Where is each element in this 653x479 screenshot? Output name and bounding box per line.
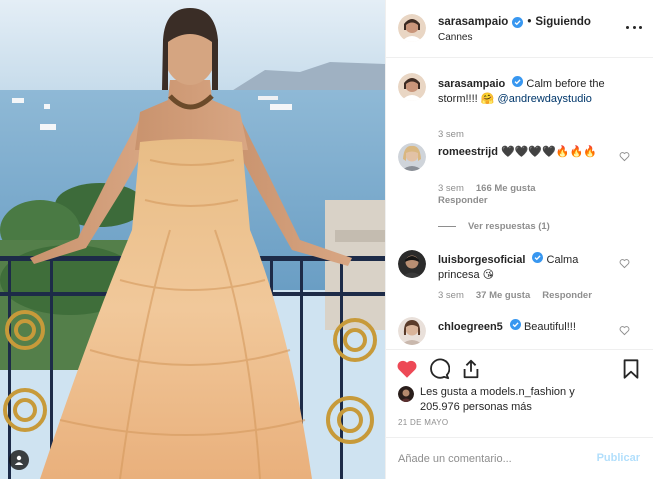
comment-composer: Publicar	[386, 437, 653, 479]
caption-meta: 3 sem	[438, 129, 464, 140]
comment-meta: 3 sem 166 Me gusta	[438, 183, 536, 194]
likes-line: Les gusta a models.n_fashion y	[420, 386, 575, 398]
location-link[interactable]: Cannes	[438, 32, 472, 43]
user-tag-icon[interactable]	[9, 450, 29, 470]
heart-filled-icon[interactable]	[396, 358, 418, 380]
reply-button[interactable]: Responder	[438, 195, 488, 206]
comment-like-icon[interactable]	[619, 151, 630, 162]
comment-meta: 3 sem 37 Me gusta Responder	[438, 290, 592, 301]
avatar[interactable]	[398, 14, 426, 42]
comment-body: Beautiful!!!	[523, 321, 576, 333]
following-button[interactable]: Siguiendo	[535, 16, 591, 28]
verified-badge-icon	[512, 16, 524, 28]
post-date[interactable]: 21 DE MAYO	[398, 418, 448, 427]
username-link[interactable]: sarasampaio	[438, 16, 508, 28]
comments-list[interactable]: sarasampaio Calm before the storm!!!! 🤗 …	[386, 59, 653, 349]
avatar[interactable]	[398, 386, 414, 402]
timestamp[interactable]: 3 sem	[438, 129, 464, 140]
comment-input[interactable]	[398, 450, 578, 468]
comment-text: chloegreen5 Beautiful!!!	[438, 319, 618, 335]
comment-text: romeestrijd 🖤🖤🖤🖤🔥🔥🔥	[438, 145, 618, 160]
likes-text[interactable]: Les gusta a models.n_fashion y 205.976 p…	[420, 385, 635, 415]
post-comment-button[interactable]: Publicar	[597, 452, 640, 464]
more-options-icon[interactable]	[626, 22, 642, 32]
verified-badge-icon	[532, 252, 544, 263]
comment-likes[interactable]: 37 Me gusta	[476, 290, 530, 301]
view-replies-button[interactable]: Ver respuestas (1)	[438, 221, 550, 232]
avatar[interactable]	[398, 73, 426, 101]
mention-link[interactable]: @andrewdaystudio	[498, 93, 592, 105]
username-link[interactable]: luisborgesoficial	[438, 254, 525, 266]
post-author: sarasampaio • Siguiendo	[438, 16, 591, 28]
verified-badge-icon	[509, 319, 521, 330]
username-link[interactable]: romeestrijd	[438, 146, 498, 158]
post-details-panel: sarasampaio • Siguiendo Cannes sarasampa…	[385, 0, 653, 479]
separator: •	[527, 16, 532, 28]
caption-text: sarasampaio Calm before the storm!!!! 🤗 …	[438, 76, 618, 107]
reply-button[interactable]: Responder	[542, 290, 592, 301]
comment-like-icon[interactable]	[619, 325, 630, 336]
post-image	[0, 0, 385, 479]
comment-likes[interactable]: 166 Me gusta	[476, 183, 536, 194]
username-link[interactable]: sarasampaio	[438, 78, 505, 90]
avatar[interactable]	[398, 317, 426, 345]
view-replies-label: Ver respuestas (1)	[468, 221, 550, 232]
comment-body: 🖤🖤🖤🖤🔥🔥🔥	[500, 146, 597, 158]
action-bar	[386, 349, 653, 387]
comment-text: luisborgesoficial Calma princesa 😘	[438, 252, 618, 283]
username-link[interactable]: chloegreen5	[438, 321, 503, 333]
verified-badge-icon	[512, 76, 524, 87]
bookmark-icon[interactable]	[620, 358, 642, 380]
avatar[interactable]	[398, 250, 426, 278]
timestamp[interactable]: 3 sem	[438, 183, 464, 194]
post-header: sarasampaio • Siguiendo Cannes	[386, 0, 653, 58]
likes-count: 205.976 personas más	[420, 401, 532, 413]
divider	[438, 226, 456, 227]
comment-like-icon[interactable]	[619, 258, 630, 269]
avatar[interactable]	[398, 143, 426, 171]
post-photo[interactable]	[0, 0, 385, 479]
share-icon[interactable]	[460, 358, 482, 380]
comment-icon[interactable]	[428, 358, 450, 380]
timestamp[interactable]: 3 sem	[438, 290, 464, 301]
